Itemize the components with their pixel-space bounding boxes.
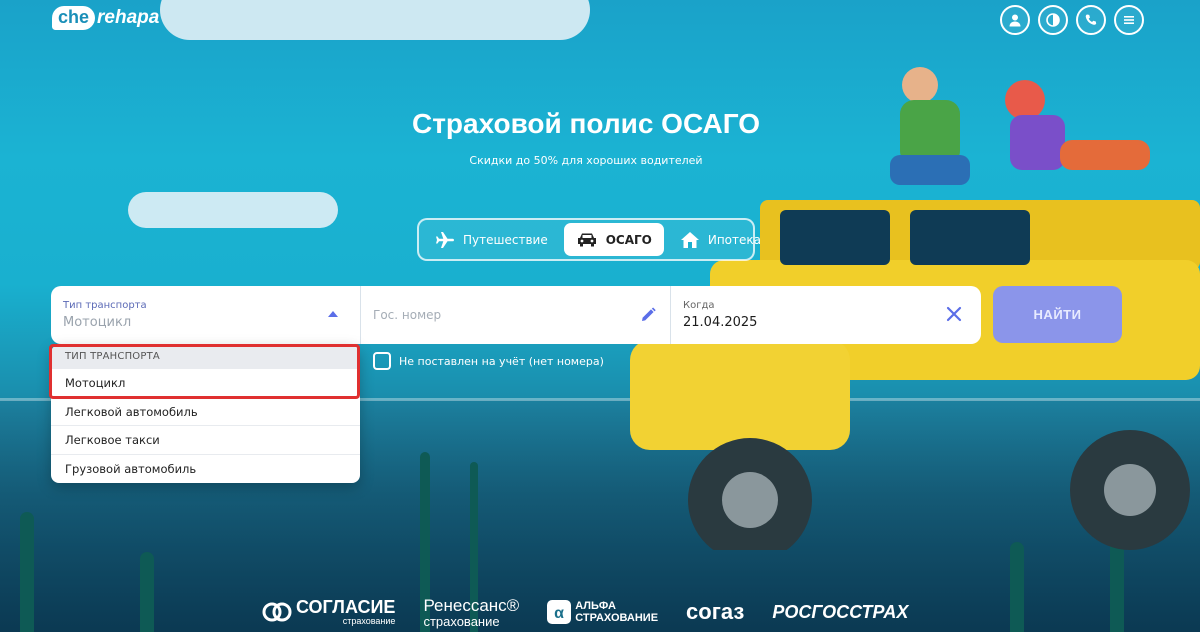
contrast-button[interactable] [1038, 5, 1068, 35]
page-subtitle: Скидки до 50% для хороших водителей [469, 154, 703, 167]
car-icon [577, 233, 596, 246]
dropdown-header: ТИП ТРАНСПОРТА [51, 345, 360, 369]
partner-renessans: Ренессанс® страхование [423, 597, 519, 628]
house-icon [680, 231, 699, 248]
partner-logos: СОГЛАСИЕ страхование Ренессанс® страхован… [262, 592, 922, 632]
airplane-icon [436, 231, 454, 248]
date-value: 21.04.2025 [683, 315, 758, 330]
chevron-up-icon [328, 311, 338, 317]
partner-sogaz: согаз [686, 601, 744, 623]
logo-text: rehapa [97, 7, 160, 28]
partner-sogaz-name: согаз [686, 599, 745, 624]
vehicle-type-value: Мотоцикл [63, 315, 132, 330]
svg-text:α: α [554, 605, 564, 622]
not-registered-label: Не поставлен на учёт (нет номера) [399, 354, 604, 368]
partner-soglasie-name: СОГЛАСИЕ [296, 597, 396, 617]
partner-soglasie-sub: страхование [342, 616, 396, 626]
seaweed [140, 552, 154, 632]
tab-osago[interactable]: ОСАГО [563, 223, 664, 256]
date-label: Когда [683, 300, 715, 311]
header-actions [1000, 5, 1144, 35]
partner-renessans-name: Ренессанс® [423, 595, 520, 615]
partner-alfa-name: АЛЬФА [575, 599, 616, 612]
tab-mortgage[interactable]: Ипотека [668, 223, 773, 256]
dropdown-option-motorcycle[interactable]: Мотоцикл [51, 369, 360, 398]
tab-travel[interactable]: Путешествие [423, 223, 560, 256]
menu-button[interactable] [1114, 5, 1144, 35]
phone-button[interactable] [1076, 5, 1106, 35]
partner-renessans-sub: страхование [423, 613, 500, 629]
partner-soglasie: СОГЛАСИЕ страхование [262, 598, 395, 626]
soglasie-logo-icon [262, 602, 292, 622]
cloud-left [128, 192, 338, 228]
tab-mortgage-label: Ипотека [707, 232, 761, 247]
search-button[interactable]: НАЙТИ [993, 286, 1122, 343]
phone-icon [1085, 14, 1097, 25]
profile-button[interactable] [1000, 5, 1030, 35]
vehicle-type-dropdown: ТИП ТРАНСПОРТА Мотоцикл Легковой автомоб… [51, 345, 360, 483]
plate-number-field[interactable]: Гос. номер [361, 286, 671, 344]
date-field[interactable]: Когда 21.04.2025 [671, 286, 981, 344]
tab-osago-label: ОСАГО [605, 232, 652, 247]
seaweed [20, 512, 34, 632]
cloud-top [160, 0, 590, 40]
seaweed [1010, 542, 1024, 632]
osago-search-form: Тип транспорта Мотоцикл Гос. номер Когда… [51, 286, 981, 344]
vehicle-type-select[interactable]: Тип транспорта Мотоцикл [51, 286, 361, 344]
tab-travel-label: Путешествие [463, 232, 548, 247]
partner-alfa: α АЛЬФА СТРАХОВАНИЕ [547, 600, 658, 624]
close-icon[interactable] [945, 305, 963, 323]
page-title: Страховой полис ОСАГО [411, 108, 760, 139]
menu-icon [1124, 16, 1134, 24]
plate-number-placeholder: Гос. номер [373, 308, 442, 322]
insurance-tabs: Путешествие ОСАГО Ипотека [417, 218, 761, 261]
partner-alfa-sub: СТРАХОВАНИЕ [575, 611, 659, 624]
dropdown-option-passenger-car[interactable]: Легковой автомобиль [51, 398, 360, 426]
user-icon [1009, 14, 1021, 27]
partner-rosgosstrakh: РОСГОССТРАХ [772, 603, 908, 621]
not-registered-checkbox[interactable] [373, 352, 391, 370]
dropdown-option-taxi[interactable]: Легковое такси [51, 426, 360, 455]
pencil-icon[interactable] [640, 307, 656, 323]
not-registered-option[interactable]: Не поставлен на учёт (нет номера) [373, 352, 604, 370]
site-logo[interactable]: che rehapa [52, 6, 159, 30]
dropdown-option-truck[interactable]: Грузовой автомобиль [51, 455, 360, 484]
vehicle-type-label: Тип транспорта [63, 300, 147, 311]
alfa-logo-icon: α [547, 600, 572, 624]
partner-rosgosstrakh-name: РОСГОССТРАХ [772, 602, 909, 622]
contrast-icon [1046, 13, 1060, 27]
logo-bubble: che [52, 6, 96, 30]
